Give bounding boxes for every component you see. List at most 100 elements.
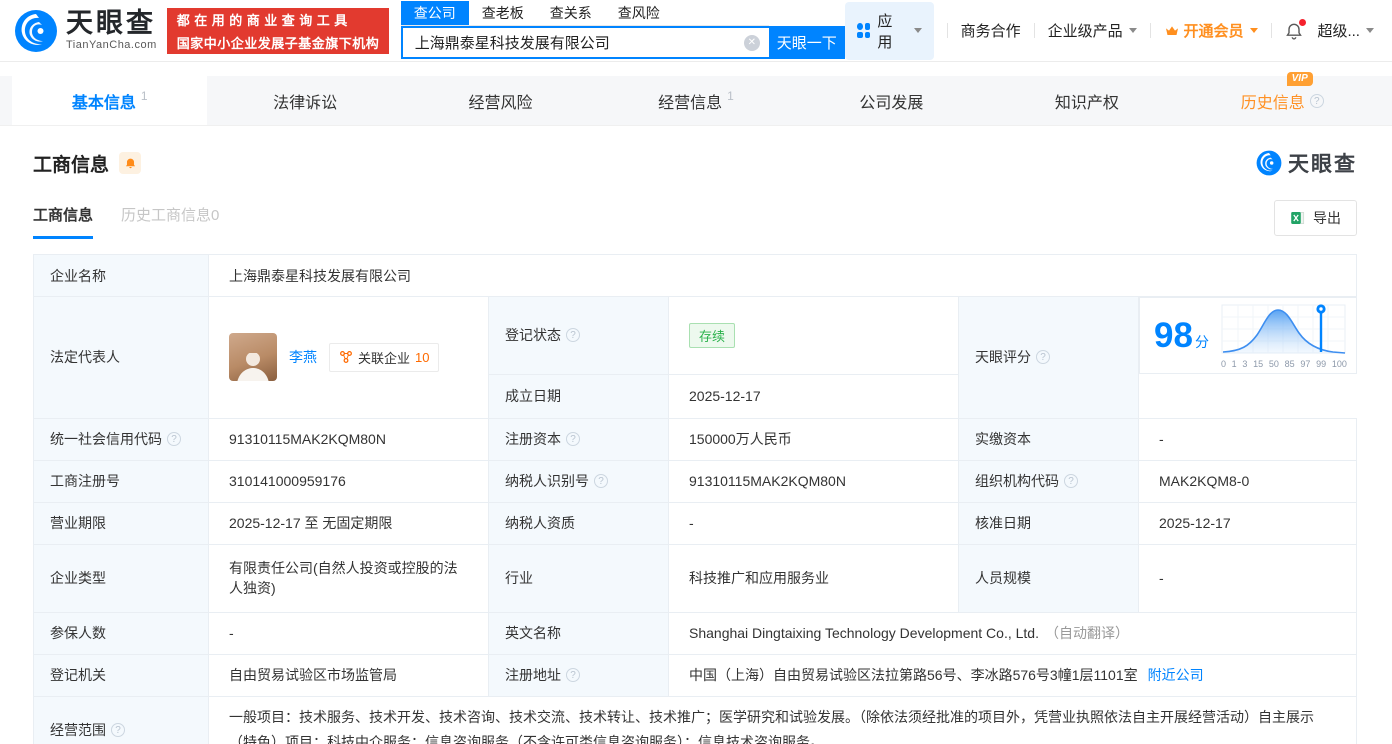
nav-cooperation[interactable]: 商务合作 (961, 20, 1021, 41)
tab-label: 历史信息 (1240, 94, 1305, 112)
field-value-reg-address: 中国（上海）自由贸易试验区法拉第路56号、李冰路576号3幢1层1101室 附近公… (668, 653, 1357, 697)
status-badge: 存续 (689, 322, 736, 348)
nav-enterprise-products[interactable]: 企业级产品 (1048, 20, 1137, 41)
banner-line2: 国家中小企业发展子基金旗下机构 (176, 35, 380, 51)
field-value-credit-code: 91310115MAK2KQM80N (208, 417, 489, 461)
help-icon[interactable]: ? (566, 668, 580, 682)
excel-icon (1291, 212, 1305, 224)
field-label-company-type: 企业类型 (33, 543, 209, 613)
related-companies-badge[interactable]: 关联企业 10 (329, 342, 440, 372)
tab-count: 1 (727, 88, 734, 103)
field-label-business-scope: 经营范围? (33, 695, 209, 744)
clear-search-icon[interactable]: ✕ (743, 35, 760, 51)
notification-dot (1299, 18, 1307, 26)
divider (946, 23, 948, 38)
subtab-history-business-info[interactable]: 历史工商信息0 (121, 204, 219, 239)
brand-name: 天眼查 (66, 8, 156, 38)
tab-count: 1 (140, 88, 148, 103)
subtab-business-info[interactable]: 工商信息 (33, 204, 94, 239)
search-tab-company[interactable]: 查公司 (400, 1, 469, 25)
export-button[interactable]: 导出 (1274, 200, 1357, 236)
field-label-taxpayer-qualification: 纳税人资质 (488, 501, 669, 545)
apps-grid-icon (856, 23, 871, 38)
tab-company-development[interactable]: 公司发展 (794, 76, 989, 125)
field-label-reg-capital: 注册资本? (488, 417, 669, 461)
help-icon[interactable]: ? (594, 474, 608, 488)
field-value-business-scope: 一般项目：技术服务、技术开发、技术咨询、技术交流、技术转让、技术推广；医学研究和… (208, 695, 1357, 744)
table-row: 营业期限 2025-12-17 至 无固定期限 纳税人资质 - 核准日期 202… (33, 501, 1357, 545)
table-row: 统一社会信用代码? 91310115MAK2KQM80N 注册资本? 15000… (33, 417, 1357, 461)
related-companies-count: 10 (415, 349, 430, 365)
table-row: 企业类型 有限责任公司(自然人投资或控股的法人独资) 行业 科技推广和应用服务业… (33, 543, 1357, 613)
search-tabs: 查公司 查老板 查关系 查风险 (400, 1, 769, 26)
monitor-bell-button[interactable] (119, 152, 142, 174)
nav-open-vip[interactable]: 开通会员 (1164, 20, 1258, 41)
table-row: 登记机关 自由贸易试验区市场监管局 注册地址? 中国（上海）自由贸易试验区法拉第… (33, 653, 1357, 697)
user-label: 超级... (1317, 23, 1360, 40)
field-label-approval-date: 核准日期 (958, 501, 1139, 545)
field-value-approval-date: 2025-12-17 (1138, 501, 1357, 545)
help-icon[interactable]: ? (167, 432, 181, 446)
network-icon (340, 351, 352, 364)
help-icon[interactable]: ? (1064, 474, 1078, 488)
top-nav: 应用 商务合作 企业级产品 开通会员 超级... (844, 1, 1374, 60)
tab-intellectual-property[interactable]: 知识产权 (989, 76, 1184, 125)
search-tab-relation[interactable]: 查关系 (537, 1, 605, 25)
help-icon[interactable]: ? (566, 432, 580, 446)
search-tab-risk[interactable]: 查风险 (605, 1, 673, 25)
tab-operating-risk[interactable]: 经营风险 (403, 76, 598, 125)
search-tab-boss[interactable]: 查老板 (469, 1, 537, 25)
field-label-credit-code: 统一社会信用代码? (33, 417, 209, 461)
banner-line1: 都在用的商业查询工具 (176, 12, 352, 28)
field-value-business-term: 2025-12-17 至 无固定期限 (208, 501, 489, 545)
tab-legal-proceedings[interactable]: 法律诉讼 (207, 76, 402, 125)
help-icon[interactable]: ? (111, 723, 125, 738)
tianyancha-logo[interactable]: 天眼查 TianYanCha.com (14, 9, 157, 53)
table-row: 工商注册号 310141000959176 纳税人识别号? 91310115MA… (33, 459, 1357, 503)
field-value-establish-date: 2025-12-17 (668, 373, 959, 419)
score-unit: 分 (1194, 333, 1209, 350)
chevron-down-icon (1128, 28, 1137, 33)
chevron-down-icon (913, 28, 922, 33)
score-number: 98 (1154, 316, 1193, 355)
field-label-taxpayer-id: 纳税人识别号? (488, 459, 669, 503)
divider (1149, 23, 1151, 38)
chevron-down-icon (1365, 28, 1374, 33)
field-value-reg-authority: 自由贸易试验区市场监管局 (208, 653, 489, 697)
search-input[interactable] (400, 26, 769, 59)
apps-menu-button[interactable]: 应用 (844, 1, 934, 60)
tab-label: 基本信息 (71, 94, 136, 112)
table-row: 参保人数 - 英文名称 Shanghai Dingtaixing Technol… (33, 611, 1357, 655)
tianyancha-swirl-icon (15, 9, 57, 52)
chevron-down-icon (1249, 28, 1258, 33)
legal-rep-name-link[interactable]: 李燕 (289, 347, 317, 367)
field-label-reg-status: 登记状态? (488, 296, 669, 375)
legal-rep-avatar[interactable] (229, 333, 277, 382)
field-label-english-name: 英文名称 (488, 611, 669, 655)
related-companies-label: 关联企业 (358, 350, 411, 366)
main-content: 工商信息 天眼查 工商信息 历史工商信息0 导出 企业名称 上海鼎泰星科技发展有… (0, 148, 1392, 744)
help-icon[interactable]: ? (1309, 93, 1324, 108)
field-value-taxpayer-id: 91310115MAK2KQM80N (668, 459, 959, 503)
field-value-company-type: 有限责任公司(自然人投资或控股的法人独资) (208, 543, 489, 613)
tab-history-info[interactable]: 历史信息 VIP ? (1185, 71, 1380, 125)
field-value-score: 98 分 0 1 3 15 50 85 97 99 100 (1139, 297, 1357, 374)
field-value-insured-staff: - (208, 611, 489, 655)
vip-badge: VIP (1286, 71, 1313, 86)
field-label-legal-rep: 法定代表人 (33, 296, 209, 419)
help-icon[interactable]: ? (1036, 350, 1050, 365)
tab-basic-info[interactable]: 基本信息 1 (12, 76, 208, 125)
divider (1033, 23, 1035, 38)
search-button[interactable]: 天眼一下 (768, 26, 845, 59)
vip-label: 开通会员 (1183, 23, 1244, 40)
field-label-reg-number: 工商注册号 (33, 459, 209, 503)
company-tab-bar: 基本信息 1 法律诉讼 经营风险 经营信息 1 公司发展 知识产权 历史信息 V… (0, 71, 1392, 126)
nav-user-menu[interactable]: 超级... (1317, 20, 1374, 41)
nearby-companies-link[interactable]: 附近公司 (1148, 667, 1204, 683)
notifications-button[interactable] (1284, 18, 1307, 41)
search-block: 查公司 查老板 查关系 查风险 ✕ 天眼一下 (400, 1, 845, 59)
field-value-industry: 科技推广和应用服务业 (668, 543, 959, 613)
tab-operating-info[interactable]: 经营信息 1 (598, 76, 793, 125)
field-label-industry: 行业 (488, 543, 669, 613)
help-icon[interactable]: ? (566, 328, 580, 343)
